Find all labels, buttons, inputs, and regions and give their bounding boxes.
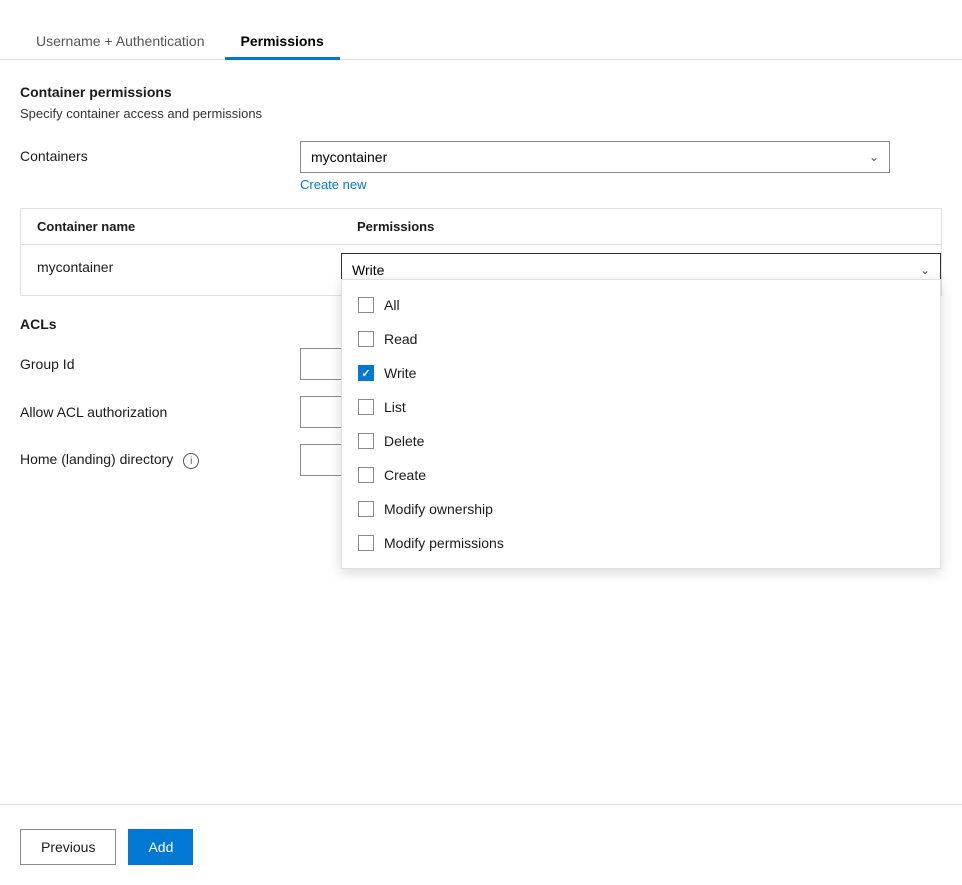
tab-auth[interactable]: Username + Authentication — [20, 23, 221, 59]
permissions-table: Container name Permissions mycontainer W… — [20, 208, 942, 296]
add-button[interactable]: Add — [128, 829, 193, 865]
option-read[interactable]: Read — [342, 322, 940, 356]
footer-buttons: Previous Add — [0, 829, 213, 865]
permissions-selected-value: Write — [352, 262, 384, 278]
row-permissions: Write ⌄ All Read Write — [341, 245, 941, 295]
footer-divider — [0, 804, 962, 805]
home-dir-label: Home (landing) directory i — [20, 451, 300, 470]
option-list-label: List — [384, 399, 406, 415]
table-row: mycontainer Write ⌄ All Read — [21, 245, 941, 295]
option-write-label: Write — [384, 365, 416, 381]
containers-control: mycontainer ⌄ Create new — [300, 141, 942, 192]
option-create[interactable]: Create — [342, 458, 940, 492]
row-container-name: mycontainer — [21, 245, 341, 285]
option-modify-permissions-label: Modify permissions — [384, 535, 504, 551]
checkbox-all[interactable] — [358, 297, 374, 313]
checkbox-modify-permissions[interactable] — [358, 535, 374, 551]
option-list[interactable]: List — [342, 390, 940, 424]
option-create-label: Create — [384, 467, 426, 483]
checkbox-delete[interactable] — [358, 433, 374, 449]
containers-dropdown[interactable]: mycontainer ⌄ — [300, 141, 890, 173]
checkbox-write[interactable] — [358, 365, 374, 381]
tabs-container: Username + Authentication Permissions — [0, 0, 962, 60]
option-all[interactable]: All — [342, 288, 940, 322]
permissions-chevron-icon: ⌄ — [920, 263, 930, 277]
option-write[interactable]: Write — [342, 356, 940, 390]
option-modify-permissions[interactable]: Modify permissions — [342, 526, 940, 560]
create-new-link[interactable]: Create new — [300, 177, 366, 192]
section-subtitle: Specify container access and permissions — [20, 106, 942, 121]
option-delete[interactable]: Delete — [342, 424, 940, 458]
option-delete-label: Delete — [384, 433, 424, 449]
table-header: Container name Permissions — [21, 209, 941, 245]
checkbox-modify-ownership[interactable] — [358, 501, 374, 517]
containers-row: Containers mycontainer ⌄ Create new — [20, 141, 942, 192]
allow-acl-label: Allow ACL authorization — [20, 404, 300, 420]
tab-permissions[interactable]: Permissions — [225, 23, 340, 59]
checkbox-list[interactable] — [358, 399, 374, 415]
option-all-label: All — [384, 297, 400, 313]
checkbox-create[interactable] — [358, 467, 374, 483]
containers-label: Containers — [20, 141, 300, 164]
option-read-label: Read — [384, 331, 417, 347]
containers-chevron-icon: ⌄ — [869, 150, 879, 164]
main-content: Container permissions Specify container … — [0, 60, 962, 516]
group-id-label: Group Id — [20, 356, 300, 372]
previous-button[interactable]: Previous — [20, 829, 116, 865]
home-dir-info-icon[interactable]: i — [183, 453, 199, 469]
permissions-dropdown-menu: All Read Write List — [341, 279, 941, 569]
containers-value: mycontainer — [311, 149, 387, 165]
checkbox-read[interactable] — [358, 331, 374, 347]
section-title: Container permissions — [20, 84, 942, 100]
col-permissions-header: Permissions — [341, 209, 941, 244]
option-modify-ownership[interactable]: Modify ownership — [342, 492, 940, 526]
option-modify-ownership-label: Modify ownership — [384, 501, 493, 517]
col-container-name-header: Container name — [21, 209, 341, 244]
